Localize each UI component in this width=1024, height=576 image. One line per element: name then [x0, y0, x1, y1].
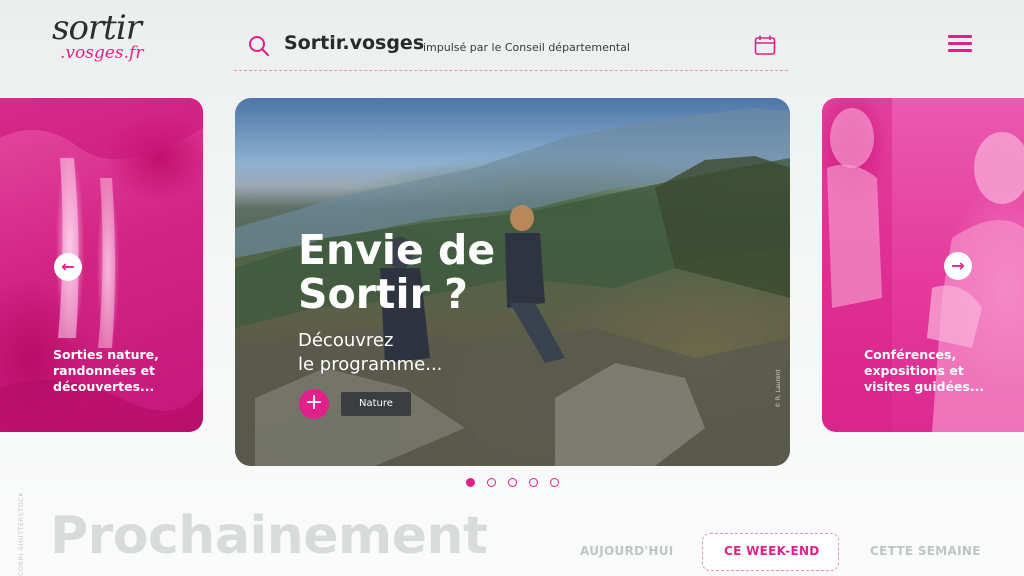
calendar-icon[interactable]	[754, 35, 776, 55]
arrow-left-icon: ←	[61, 257, 75, 276]
menu-bar	[948, 49, 972, 52]
carousel-card-nature-outings[interactable]: Sorties nature, randonnées et découverte…	[0, 98, 203, 432]
tab-today[interactable]: AUJOURD'HUI	[580, 544, 674, 558]
card-caption: Sorties nature, randonnées et découverte…	[53, 347, 159, 394]
pager-dot[interactable]	[487, 478, 496, 487]
pager-dot[interactable]	[466, 478, 475, 487]
card-caption: Conférences, expositions et visites guid…	[864, 347, 985, 394]
hamburger-menu-icon[interactable]	[948, 35, 972, 53]
site-logo[interactable]: sortir .vosges.fr	[52, 8, 144, 72]
category-tag[interactable]: Nature	[341, 392, 411, 416]
menu-bar	[948, 35, 972, 38]
photo-credit: © R. Laurent	[775, 369, 782, 408]
search-icon[interactable]	[248, 35, 270, 57]
pager-dot[interactable]	[550, 478, 559, 487]
carousel-next-button[interactable]: →	[944, 252, 972, 280]
tab-this-week[interactable]: CETTE SEMAINE	[870, 544, 981, 558]
hero-subtitle[interactable]: Découvrez le programme...	[298, 329, 498, 377]
header-divider	[234, 70, 788, 71]
menu-bar	[948, 42, 972, 45]
brand-tagline: impulsé par le Conseil départemental	[423, 41, 630, 54]
brand-name: Sortir.vosges	[284, 32, 425, 54]
arrow-right-icon: →	[951, 256, 965, 275]
section-title: Prochainement	[50, 506, 488, 566]
pager-dot[interactable]	[508, 478, 517, 487]
carousel-card-conferences[interactable]: Conférences, expositions et visites guid…	[822, 98, 1024, 432]
plus-icon[interactable]: +	[299, 389, 329, 419]
carousel-card-featured[interactable]: Envie de Sortir ? Découvrez le programme…	[235, 98, 790, 466]
logo-sub-text: .vosges.fr	[60, 43, 144, 63]
image-credit: COBRI-SHUTTERSTOCK	[17, 491, 25, 576]
tab-weekend[interactable]: CE WEEK-END	[724, 544, 820, 558]
pager-dot[interactable]	[529, 478, 538, 487]
hero-title: Envie de Sortir ?	[298, 226, 496, 318]
carousel-prev-button[interactable]: ←	[54, 253, 82, 281]
